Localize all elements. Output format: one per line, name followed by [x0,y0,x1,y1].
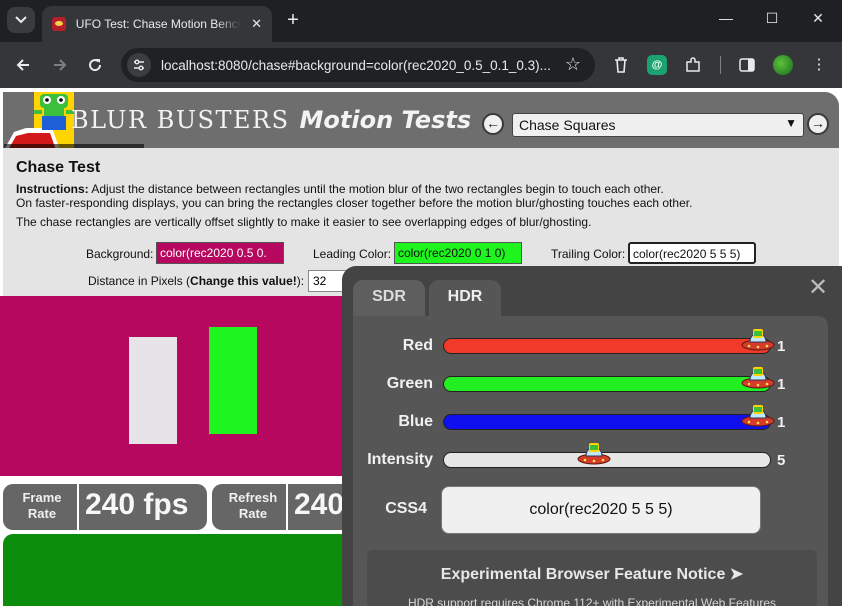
logo-main: BLUR BUSTERS [71,106,290,134]
tab-search-button[interactable] [7,7,35,33]
css4-value-output[interactable]: color(rec2020 5 5 5) [441,486,761,534]
intensity-value: 5 [777,452,786,469]
page-title: Chase Test [16,159,101,176]
menu-icon[interactable]: ⋮ [809,55,829,75]
forward-icon[interactable] [48,53,72,77]
notice-text: HDR support requires Chrome 112+ with Ex… [407,596,777,606]
green-value: 1 [777,376,786,393]
stat-divider [286,484,288,530]
tab-title: UFO Test: Chase Motion Benchmark [75,17,242,31]
puzzle-icon[interactable] [683,55,703,75]
chevron-down-icon: ▼ [785,116,797,130]
background-color-input[interactable]: color(rec2020 0.5 0. [156,242,284,264]
leading-color-label: Leading Color: [313,247,392,261]
prev-test-button[interactable]: ← [482,113,504,135]
green-slider[interactable] [443,376,771,392]
refresh-rate-value: 240 [294,488,345,521]
red-label: Red [402,337,433,354]
site-header: BLUR BUSTERS Motion Tests ← Chase Squares… [3,92,839,150]
red-value: 1 [777,338,786,355]
test-select-dropdown[interactable]: Chase Squares ▼ [512,113,804,137]
close-window-button[interactable]: ✕ [808,10,828,27]
ufo-slider-thumb-icon[interactable] [741,325,775,355]
instructions-line-2: On faster-responding displays, you can b… [16,196,693,210]
blue-value: 1 [777,414,786,431]
site-logo-text[interactable]: BLUR BUSTERS Motion Tests [71,106,471,134]
intensity-label: Intensity [367,451,433,468]
new-tab-button[interactable]: + [280,8,306,34]
instructions-label: Instructions: [16,182,89,196]
color-picker-panel: SDR HDR ✕ Red 1 Green 1 Blue 1 Intensity… [342,266,842,606]
tab-hdr[interactable]: HDR [429,280,501,316]
instructions: Instructions: Adjust the distance betwee… [16,182,692,210]
blue-slider[interactable] [443,414,771,430]
frame-rate-label: Frame Rate [22,490,62,521]
experimental-notice[interactable]: Experimental Browser Feature Notice ➤ HD… [367,550,817,606]
browser-toolbar: localhost:8080/chase#background=color(re… [0,42,842,88]
refresh-rate-label: Refresh Rate [228,490,278,521]
bookmark-star-icon[interactable]: ☆ [565,54,581,75]
test-select-value: Chase Squares [519,117,616,133]
leading-color-input[interactable]: color(rec2020 0 1 0) [394,242,522,264]
close-icon[interactable]: ✕ [806,276,830,300]
blue-label: Blue [398,413,433,430]
trailing-color-label: Trailing Color: [551,247,626,261]
background-label: Background: [86,247,154,261]
stat-divider [77,484,79,530]
chevron-down-icon [15,16,27,24]
red-slider[interactable] [443,338,771,354]
extension-green-icon[interactable]: @ [647,55,667,75]
notice-title: Experimental Browser Feature Notice ➤ [440,566,744,583]
trash-icon[interactable] [611,55,631,75]
leading-rectangle [209,327,257,434]
next-test-button[interactable]: → [807,113,829,135]
ufo-favicon-icon [52,17,66,31]
toolbar-separator [720,56,721,74]
url-text: localhost:8080/chase#background=color(re… [161,57,551,73]
browser-tab[interactable]: UFO Test: Chase Motion Benchmark ✕ [42,6,272,42]
back-icon[interactable] [11,53,35,77]
logo-sub: Motion Tests [299,106,472,134]
maximize-button[interactable]: ☐ [762,10,782,27]
instructions-line-1: Adjust the distance between rectangles u… [88,182,664,196]
trailing-rectangle [129,337,177,444]
green-label: Green [386,375,433,392]
tab-close-icon[interactable]: ✕ [251,16,262,32]
reload-icon[interactable] [83,53,107,77]
offset-note: The chase rectangles are vertically offs… [16,215,592,229]
minimize-button[interactable]: — [716,10,736,26]
css4-label: CSS4 [385,500,427,517]
browser-tab-bar: UFO Test: Chase Motion Benchmark ✕ + — ☐… [0,0,842,42]
frame-rate-value: 240 fps [85,488,189,521]
ufo-slider-thumb-icon[interactable] [741,363,775,393]
profile-icon[interactable] [773,55,793,75]
hdr-panel-body: Red 1 Green 1 Blue 1 Intensity 5 CSS4 co… [353,316,828,606]
ufo-slider-thumb-icon[interactable] [741,401,775,431]
address-bar[interactable]: localhost:8080/chase#background=color(re… [121,48,595,82]
ufo-slider-thumb-icon[interactable] [577,439,611,469]
frame-rate-stat: Frame Rate 240 fps [3,484,207,530]
tab-sdr[interactable]: SDR [353,280,425,316]
site-info-icon[interactable] [127,53,151,77]
trailing-color-input[interactable]: color(rec2020 5 5 5) [628,242,756,264]
distance-label: Distance in Pixels (Change this value!): [88,274,305,288]
sidebar-icon[interactable] [737,55,757,75]
